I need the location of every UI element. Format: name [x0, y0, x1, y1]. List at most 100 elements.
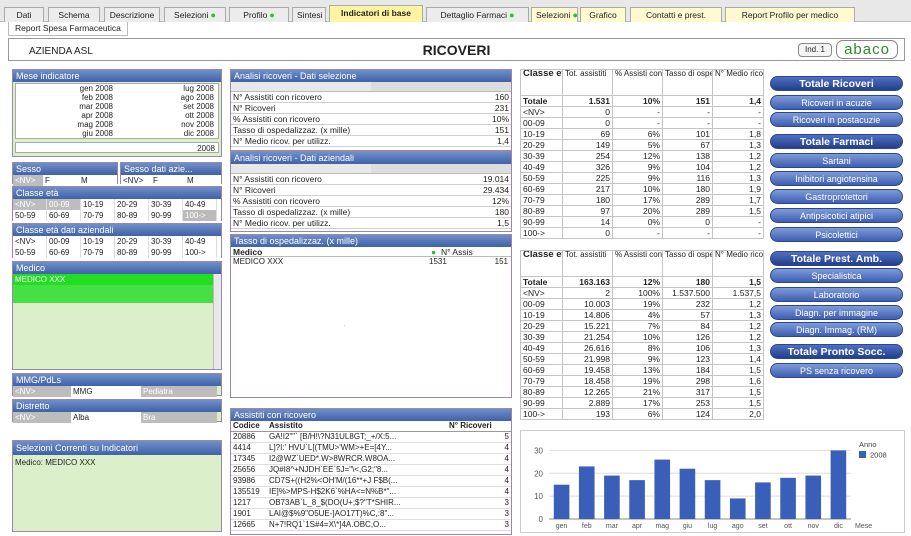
eta-option[interactable]: 70-79	[81, 210, 115, 221]
column-header[interactable]: Classe età	[520, 250, 563, 277]
indicator-button-11[interactable]: Laboratorio	[770, 287, 903, 302]
tab-3[interactable]: Selezioni ●	[164, 7, 226, 22]
eta-option[interactable]: 20-29	[115, 236, 149, 247]
table-row[interactable]: 70-79 180 17% 289 1,7	[520, 194, 764, 206]
indicator-button-7[interactable]: Antipsicotici atipici	[770, 208, 903, 223]
indicator-button-13[interactable]: Diagn. Immag. (RM)	[770, 322, 903, 337]
eta-option[interactable]: 40-49	[183, 236, 217, 247]
tab-9[interactable]: Grafico	[580, 7, 626, 22]
tab-11[interactable]: Report Profilo per medico	[725, 7, 855, 22]
month-item[interactable]: feb 2008	[16, 93, 117, 102]
sesso-az-m[interactable]: M	[185, 175, 221, 186]
indicator-button-8[interactable]: Psicolettici	[770, 227, 903, 242]
eta-option[interactable]: 70-79	[81, 247, 115, 258]
table-row[interactable]: 20886 GA!I2""` [B/H!\?N31UL8GT;_+/X:5... 5	[231, 431, 511, 443]
table-row[interactable]: 25656 JQ#I8^+NJDH`EE`5J="\<,G2;"8... 4	[231, 464, 511, 476]
month-item[interactable]: set 2008	[117, 102, 218, 111]
tab-6[interactable]: Indicatori di base	[329, 5, 423, 22]
eta-option[interactable]: 10-19	[81, 236, 115, 247]
table-row[interactable]: 40-49 326 9% 104 1,2	[520, 161, 764, 173]
eta-option[interactable]: 40-49	[183, 199, 217, 210]
eta-option[interactable]: 100->	[183, 247, 217, 258]
sesso-f[interactable]: F	[43, 175, 79, 186]
tab-10[interactable]: Contatti e prest.	[630, 7, 722, 22]
column-header[interactable]: N° Medio ricov. per utilizz.	[712, 69, 764, 96]
table-row[interactable]: 00-09 10.003 19% 232 1,2	[520, 298, 764, 310]
table-row[interactable]: 40-49 26.616 8% 106 1,3	[520, 342, 764, 354]
table-row[interactable]: 80-89 97 20% 289 1,5	[520, 205, 764, 217]
table-row[interactable]: 1217 OB73AB`L_8_$(DO(U+;$?"T*SHIR... 3	[231, 497, 511, 509]
tab-2[interactable]: Descrizione	[104, 7, 160, 22]
table-row[interactable]: 70-79 18.458 19% 298 1,6	[520, 375, 764, 387]
mmg-nv[interactable]: <NV>	[13, 386, 71, 397]
table-row[interactable]: 90-99 14 0% 0-	[520, 216, 764, 228]
table-row[interactable]: 30-39 21.254 10% 126 1,2	[520, 331, 764, 343]
indicator-button-15[interactable]: PS senza ricovero	[770, 363, 903, 378]
table-row[interactable]: 100-> 0- - -	[520, 227, 764, 239]
distretto-nv[interactable]: <NV>	[13, 412, 71, 423]
month-item[interactable]: apr 2008	[16, 111, 117, 120]
table-row[interactable]: 60-69 217 10% 180 1,9	[520, 183, 764, 195]
eta-option[interactable]: 30-39	[149, 236, 183, 247]
month-item[interactable]: nov 2008	[117, 120, 218, 129]
distretto-bra[interactable]: Bra	[141, 412, 217, 423]
indicator-button-2[interactable]: Ricoveri in postacuzie	[770, 112, 903, 127]
medico-scrollbar[interactable]	[213, 274, 221, 369]
column-header[interactable]: % Assisti con ricovero	[612, 250, 663, 277]
month-item[interactable]: ago 2008	[117, 93, 218, 102]
column-header[interactable]: Tot. assistiti	[562, 250, 613, 277]
column-header[interactable]: Assistito	[267, 421, 447, 432]
table-row[interactable]: 10-19 14.806 4% 57 1,3	[520, 309, 764, 321]
indicator-button-10[interactable]: Specialistica	[770, 268, 903, 283]
indicator-button-1[interactable]: Ricoveri in acuzie	[770, 95, 903, 110]
table-row[interactable]: 17345 I2@WZ`UED*.W>8WRCR.W8OA... 4	[231, 453, 511, 465]
eta-option[interactable]: 60-69	[47, 247, 81, 258]
tab-5[interactable]: Sintesi●	[292, 7, 326, 22]
month-item[interactable]: mag 2008	[16, 120, 117, 129]
sesso-m[interactable]: M	[79, 175, 117, 186]
table-row[interactable]: 93986 CD7S+((H2%<OH'M/(16**+J F$B(... 4	[231, 475, 511, 487]
table-row[interactable]: 00-09 0- - -	[520, 117, 764, 129]
table-row[interactable]: 12665 N+7!RQ1`1S#4=X\*]4A.OBC,O... 3	[231, 519, 511, 531]
tab-7[interactable]: Dettaglio Farmaci ●	[426, 7, 529, 22]
month-item[interactable]: mar 2008	[16, 102, 117, 111]
table-row[interactable]: 30-39 254 12% 138 1,2	[520, 150, 764, 162]
indicator-button-14[interactable]: Totale Pronto Socc.	[770, 344, 903, 359]
table-row[interactable]: 20-29 149 5% 67 1,3	[520, 139, 764, 151]
tab-4[interactable]: Profilo ●	[229, 7, 289, 22]
column-header[interactable]: Classe età	[520, 69, 563, 96]
indicator-button-6[interactable]: Gastroprotettori	[770, 189, 903, 204]
sesso-az-nv[interactable]: <NV>	[121, 175, 151, 186]
table-row[interactable]: <NV> 2 100% 1.537.500 1.537,5	[520, 287, 764, 299]
table-row[interactable]: 50-59 225 9% 116 1,3	[520, 172, 764, 184]
column-header[interactable]: Codice	[231, 421, 267, 432]
month-item[interactable]: ott 2008	[117, 111, 218, 120]
table-row[interactable]: 100-> 193 6% 124 2,0	[520, 408, 764, 420]
distretto-alba[interactable]: Alba	[71, 412, 141, 423]
column-header[interactable]: Tasso di ospedalizz az. (x...	[662, 69, 713, 96]
indicator-button-0[interactable]: Totale Ricoveri	[770, 76, 903, 91]
eta-option[interactable]: <NV>	[13, 236, 47, 247]
eta-option[interactable]: 00-09	[47, 199, 81, 210]
column-header[interactable]: N° Ricoveri	[447, 421, 511, 432]
table-row[interactable]: 4414 L]?I:' HVU`L[(TMU>'WM>+E=[4Y... 4	[231, 442, 511, 454]
mmg-pediatra[interactable]: Pediatra	[141, 386, 217, 397]
tab-0[interactable]: Dati	[4, 7, 44, 22]
eta-option[interactable]: 80-89	[115, 247, 149, 258]
eta-option[interactable]: 90-99	[149, 210, 183, 221]
sesso-nv[interactable]: <NV>	[13, 175, 43, 186]
column-header[interactable]: N° Medio ricov. per utilizz.	[712, 250, 764, 277]
table-row[interactable]: 20-29 15.221 7% 84 1,2	[520, 320, 764, 332]
column-header[interactable]: % Assisti con ricovero	[612, 69, 663, 96]
eta-option[interactable]: 20-29	[115, 199, 149, 210]
eta-option[interactable]: 50-59	[13, 210, 47, 221]
table-row[interactable]: 90-99 2.889 17% 253 1,5	[520, 397, 764, 409]
year-value[interactable]: 2008	[15, 142, 219, 153]
eta-option[interactable]: <NV>	[13, 199, 47, 210]
column-header[interactable]: Tot. assistiti	[562, 69, 613, 96]
tab-1[interactable]: Schema	[48, 7, 100, 22]
table-row[interactable]: 1901 LAI@$%9"O5UE-]AO17T)%C,:8"... 3	[231, 508, 511, 520]
ind-button[interactable]: Ind. 1	[798, 43, 832, 57]
column-header[interactable]: Tasso di ospedaliz az. (x...	[662, 250, 713, 277]
indicator-button-5[interactable]: Inibitori angiotensina	[770, 171, 903, 186]
